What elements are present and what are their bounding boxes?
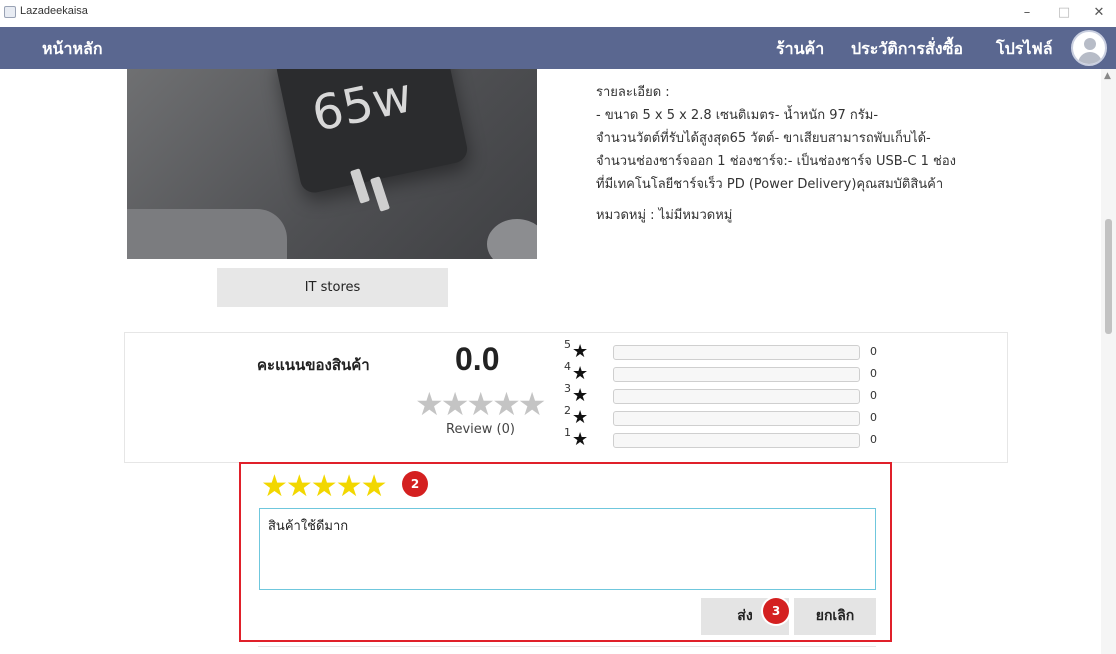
divider [258, 646, 876, 647]
distribution-bar [613, 367, 860, 382]
app-icon [4, 6, 16, 18]
description-line: จำนวนวัตต์ที่รับได้สูงสุด65 วัตต์- ขาเสี… [596, 131, 931, 146]
rating-distribution-row: 3 ★ 0 [560, 382, 890, 407]
rating-distribution-row: 1 ★ 0 [560, 426, 890, 451]
distribution-count: 0 [870, 433, 877, 446]
distribution-bar [613, 389, 860, 404]
nav-home-link[interactable]: หน้าหลัก [42, 37, 103, 62]
distribution-count: 0 [870, 411, 877, 424]
distribution-count: 0 [870, 345, 877, 358]
avatar-head-icon [1084, 38, 1096, 50]
star-icon: ★ [572, 385, 589, 406]
image-knob [487, 219, 537, 259]
rating-label: คะแนนของสินค้า [257, 356, 370, 374]
rating-distribution-row: 4 ★ 0 [560, 360, 890, 385]
review-count: Review (0) [446, 422, 515, 437]
window-title: Lazadeekaisa [20, 5, 88, 17]
distribution-count: 0 [870, 389, 877, 402]
star-icon: ★ [572, 429, 589, 450]
minimize-button[interactable]: – [1012, 2, 1042, 24]
rating-distribution-row: 5 ★ 0 [560, 338, 890, 363]
nav-history-link[interactable]: ประวัติการสั่งซื้อ [851, 37, 963, 62]
nav-profile-link[interactable]: โปรไฟล์ [996, 37, 1053, 62]
distribution-star-number: 4 [564, 360, 571, 373]
step-badge: 2 [402, 471, 428, 497]
charger-prong [369, 176, 391, 212]
image-plate [127, 209, 287, 259]
description-line: จำนวนช่องชาร์จออก 1 ช่องชาร์จ:- เป็นช่อง… [596, 154, 957, 169]
star-rating-input[interactable]: ★★★★★ [261, 469, 387, 504]
product-description: รายละเอียด : - ขนาด 5 x 5 x 2.8 เซนติเมต… [596, 81, 996, 227]
description-line: ที่มีเทคโนโลยีชาร์จเร็ว PD (Power Delive… [596, 177, 944, 192]
scroll-thumb[interactable] [1105, 219, 1112, 334]
review-comment-input[interactable]: สินค้าใช้ดีมาก [259, 508, 876, 590]
distribution-count: 0 [870, 367, 877, 380]
star-icon: ★ [572, 363, 589, 384]
vertical-scrollbar[interactable]: ▲ [1101, 69, 1116, 654]
distribution-star-number: 2 [564, 404, 571, 417]
description-line: - ขนาด 5 x 5 x 2.8 เซนติเมตร- น้ำหนัก 97… [596, 108, 879, 123]
distribution-star-number: 3 [564, 382, 571, 395]
star-icon: ★ [572, 407, 589, 428]
distribution-star-number: 5 [564, 338, 571, 351]
rating-summary-panel: คะแนนของสินค้า 0.0 ★★★★★ Review (0) 5 ★ … [124, 332, 1008, 463]
close-button[interactable]: ✕ [1084, 2, 1114, 24]
distribution-bar [613, 411, 860, 426]
product-image: 65w [127, 69, 537, 259]
rating-stars-icon: ★★★★★ [415, 385, 546, 423]
step-badge: 3 [763, 598, 789, 624]
avatar-body-icon [1078, 52, 1102, 64]
cancel-button[interactable]: ยกเลิก [794, 598, 876, 635]
store-button[interactable]: IT stores [217, 268, 448, 307]
distribution-bar [613, 345, 860, 360]
review-form: ★★★★★ 2 สินค้าใช้ดีมาก ส่ง 3 ยกเลิก [239, 462, 892, 642]
avatar[interactable] [1071, 30, 1107, 66]
star-icon: ★ [572, 341, 589, 362]
window-titlebar: Lazadeekaisa – □ ✕ [0, 0, 1116, 27]
rating-score: 0.0 [455, 341, 500, 377]
scroll-up-arrow-icon[interactable]: ▲ [1104, 71, 1111, 81]
distribution-star-number: 1 [564, 426, 571, 439]
nav-shop-link[interactable]: ร้านค้า [776, 37, 824, 62]
maximize-button[interactable]: □ [1049, 2, 1079, 24]
rating-distribution-row: 2 ★ 0 [560, 404, 890, 429]
top-navbar: หน้าหลัก ร้านค้า ประวัติการสั่งซื้อ โปรไ… [0, 27, 1116, 69]
distribution-bar [613, 433, 860, 448]
description-heading: รายละเอียด : [596, 85, 670, 100]
product-category: หมวดหมู่ : ไม่มีหมวดหมู่ [596, 208, 733, 223]
